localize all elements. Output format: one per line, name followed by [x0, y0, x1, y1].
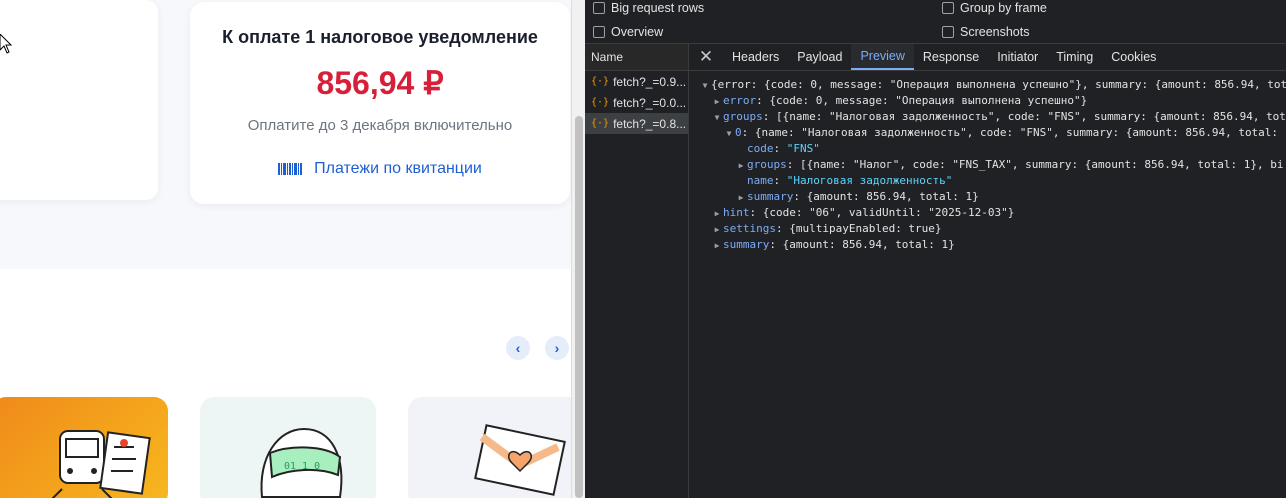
devtools-network-panel: Big request rows Group by frame Overview…: [585, 0, 1286, 498]
tab-payload[interactable]: Payload: [788, 44, 851, 70]
svg-text:01 1 0: 01 1 0: [284, 461, 320, 472]
tab-cookies[interactable]: Cookies: [1102, 44, 1165, 70]
mouse-cursor-icon: [0, 34, 12, 54]
card-title: К оплате 1 налоговое уведомление: [222, 27, 538, 47]
collapsed-triangle-icon: ▶: [714, 225, 720, 234]
barcode-icon: [278, 163, 303, 175]
overview-option[interactable]: Overview: [593, 25, 663, 39]
train-ticket-illustration: [51, 430, 151, 498]
request-detail: ✕ Headers Payload Preview Response Initi…: [689, 44, 1286, 498]
screenshots-checkbox[interactable]: [942, 26, 954, 38]
big-request-rows-option[interactable]: Big request rows: [593, 1, 704, 15]
request-name: fetch?_=0.0...: [613, 95, 687, 110]
expanded-triangle-icon: ▼: [726, 129, 732, 138]
request-list: Name {·} fetch?_=0.9... {·} fetch?_=0.0.…: [585, 44, 689, 498]
collapsed-triangle-icon: ▶: [714, 209, 720, 218]
carousel-next-button[interactable]: ›: [545, 336, 569, 360]
tab-response[interactable]: Response: [914, 44, 988, 70]
page-scrollbar[interactable]: [571, 0, 585, 498]
tree-node-hint[interactable]: ▶ hint: {code: "06", validUntil: "2025-12…: [689, 205, 1286, 221]
tree-node-group-summary[interactable]: ▶ summary: {amount: 856.94, total: 1}: [689, 189, 1286, 205]
amount-due: 856,94 ₽: [316, 65, 444, 101]
request-row-selected[interactable]: {·} fetch?_=0.8...: [585, 113, 688, 134]
request-row[interactable]: {·} fetch?_=0.9...: [585, 71, 688, 92]
collapsed-triangle-icon: ▶: [738, 161, 744, 170]
group-by-frame-option[interactable]: Group by frame: [942, 1, 1047, 15]
page-scrollbar-thumb[interactable]: [575, 116, 583, 498]
name-column-header[interactable]: Name: [585, 44, 688, 71]
tree-node-group-0[interactable]: ▼ 0: {name: "Налоговая задолженность", co…: [689, 125, 1286, 141]
group-by-frame-checkbox[interactable]: [942, 2, 954, 14]
collapsed-triangle-icon: ▶: [738, 193, 744, 202]
collapsed-triangle-icon: ▶: [714, 241, 720, 250]
tab-headers[interactable]: Headers: [723, 44, 788, 70]
promo-tile-transport[interactable]: [0, 397, 168, 498]
fetch-icon: {·}: [591, 97, 610, 108]
screenshots-label: Screenshots: [960, 25, 1030, 39]
due-date-note: Оплатите до 3 декабря включительно: [247, 117, 513, 134]
close-icon[interactable]: ✕: [689, 44, 723, 70]
detail-tabs: ✕ Headers Payload Preview Response Initi…: [689, 44, 1286, 71]
group-by-frame-label: Group by frame: [960, 1, 1047, 15]
helmet-illustration: 01 1 0: [260, 427, 343, 498]
fetch-icon: {·}: [591, 76, 610, 87]
big-request-rows-checkbox[interactable]: [593, 2, 605, 14]
web-page: К оплате 1 налоговое уведомление 856,94 …: [0, 0, 571, 498]
promo-tile-digital[interactable]: 01 1 0: [200, 397, 376, 498]
screenshots-option[interactable]: Screenshots: [942, 25, 1029, 39]
network-settings: Big request rows Group by frame Overview…: [585, 0, 1286, 44]
overview-checkbox[interactable]: [593, 26, 605, 38]
collapsed-triangle-icon: ▶: [714, 97, 720, 106]
screen: К оплате 1 налоговое уведомление 856,94 …: [0, 0, 1286, 498]
carousel-prev-button[interactable]: ‹: [506, 336, 530, 360]
payment-card: К оплате 1 налоговое уведомление 856,94 …: [190, 2, 570, 204]
tree-leaf-name[interactable]: name: "Налоговая задолженность": [689, 173, 1286, 189]
receipt-payments-label: Платежи по квитанции: [314, 160, 482, 177]
previous-card[interactable]: [0, 0, 158, 200]
request-row[interactable]: {·} fetch?_=0.0...: [585, 92, 688, 113]
request-name: fetch?_=0.8...: [613, 116, 687, 131]
request-name: fetch?_=0.9...: [613, 74, 687, 89]
expanded-triangle-icon: ▼: [702, 81, 708, 90]
tree-node-root[interactable]: ▼ {error: {code: 0, message: "Операция вы…: [689, 77, 1286, 93]
tree-node-groups[interactable]: ▼ groups: [{name: "Налоговая задолженност…: [689, 109, 1286, 125]
tab-timing[interactable]: Timing: [1047, 44, 1102, 70]
receipt-payments-link[interactable]: Платежи по квитанции: [190, 160, 570, 178]
tree-node-settings[interactable]: ▶ settings: {multipayEnabled: true}: [689, 221, 1286, 237]
promo-tile-mail[interactable]: [408, 397, 571, 498]
overview-label: Overview: [611, 25, 664, 39]
big-request-rows-label: Big request rows: [611, 1, 705, 15]
envelope-heart-illustration: [474, 424, 566, 496]
tree-node-subgroups[interactable]: ▶ groups: [{name: "Налог", code: "FNS_TAX…: [689, 157, 1286, 173]
expanded-triangle-icon: ▼: [714, 113, 720, 122]
tree-node-error[interactable]: ▶ error: {code: 0, message: "Операция вып…: [689, 93, 1286, 109]
tree-node-summary[interactable]: ▶ summary: {amount: 856.94, total: 1}: [689, 237, 1286, 253]
json-preview-tree: ▼ {error: {code: 0, message: "Операция вы…: [689, 71, 1286, 253]
tab-preview[interactable]: Preview: [851, 44, 914, 70]
tab-initiator[interactable]: Initiator: [988, 44, 1047, 70]
fetch-icon: {·}: [591, 118, 610, 129]
tree-leaf-code[interactable]: code: "FNS": [689, 141, 1286, 157]
